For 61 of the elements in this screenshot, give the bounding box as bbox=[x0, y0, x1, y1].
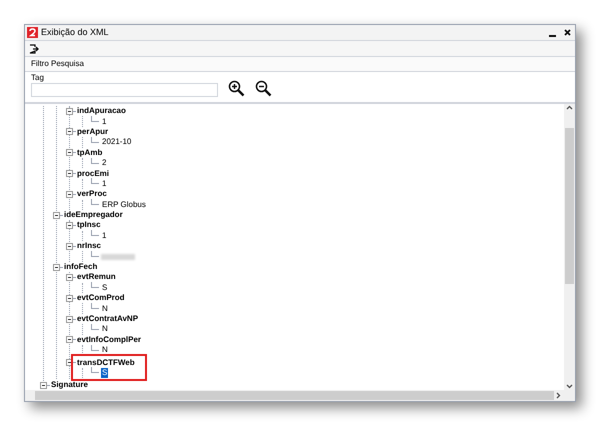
tree-tag[interactable]: evtContratAvNP bbox=[77, 314, 138, 324]
tree-value[interactable]: 1 bbox=[101, 116, 108, 127]
collapse-icon[interactable] bbox=[66, 190, 73, 198]
tree-tag[interactable]: evtInfoComplPer bbox=[77, 334, 142, 345]
collapse-icon[interactable] bbox=[66, 149, 73, 156]
tree-value[interactable]: S bbox=[101, 368, 108, 378]
scroll-down-icon bbox=[566, 384, 573, 389]
collapse-icon[interactable] bbox=[66, 336, 73, 344]
tree-value[interactable]: N bbox=[101, 304, 109, 314]
collapse-icon[interactable] bbox=[66, 359, 73, 366]
scroll-up-icon bbox=[566, 105, 573, 110]
zoom-in-button[interactable] bbox=[228, 80, 245, 97]
tree-value[interactable]: ERP Globus bbox=[101, 200, 147, 210]
tree-tag[interactable]: infoFech bbox=[64, 262, 98, 272]
tree-value[interactable]: S bbox=[101, 282, 108, 293]
exit-button[interactable] bbox=[28, 43, 39, 54]
tree-tag[interactable]: indApuracao bbox=[77, 106, 126, 116]
redacted-value bbox=[101, 254, 135, 260]
tree-tag[interactable]: evtComProd bbox=[77, 293, 125, 304]
zoom-in-icon bbox=[228, 80, 245, 97]
minimize-icon bbox=[548, 34, 556, 36]
vertical-scrollbar[interactable] bbox=[564, 104, 575, 390]
tree-tag[interactable]: procEmi bbox=[77, 168, 110, 179]
tree-tag[interactable]: ideEmpregador bbox=[64, 210, 123, 220]
tree-tag[interactable]: nrInsc bbox=[77, 241, 102, 252]
horizontal-scrollbar[interactable] bbox=[25, 390, 575, 401]
tree-tag[interactable]: tpInsc bbox=[77, 220, 101, 230]
collapse-icon[interactable] bbox=[66, 128, 73, 136]
tree-value[interactable]: 2021-10 bbox=[101, 137, 132, 148]
collapse-icon[interactable] bbox=[66, 274, 73, 281]
collapse-icon[interactable] bbox=[66, 108, 73, 115]
close-icon bbox=[564, 29, 570, 36]
collapse-icon[interactable] bbox=[40, 382, 47, 389]
scrollbar-thumb[interactable] bbox=[565, 128, 574, 284]
tag-input-field[interactable] bbox=[31, 83, 218, 97]
zoom-out-icon bbox=[255, 80, 272, 97]
zoom-out-button[interactable] bbox=[255, 80, 272, 97]
collapse-icon[interactable] bbox=[66, 294, 73, 302]
tree-tag[interactable]: evtRemun bbox=[77, 272, 116, 282]
collapse-icon[interactable] bbox=[66, 316, 73, 322]
tree-tag[interactable]: verProc bbox=[77, 189, 107, 200]
collapse-icon[interactable] bbox=[53, 264, 60, 271]
scrollbar-thumb[interactable] bbox=[35, 391, 554, 400]
collapse-icon[interactable] bbox=[66, 170, 73, 178]
tree-value[interactable]: 2 bbox=[101, 158, 108, 168]
tag-label: Tag bbox=[31, 73, 45, 83]
tree-tag[interactable]: perApur bbox=[77, 126, 108, 137]
scroll-right-icon bbox=[556, 392, 561, 399]
window-title: Exibição do XML bbox=[41, 26, 109, 39]
tree-value[interactable]: 1 bbox=[101, 178, 108, 189]
tree-value[interactable]: N bbox=[101, 345, 109, 356]
tree-value[interactable]: N bbox=[101, 324, 109, 334]
tree-value[interactable]: 1 bbox=[101, 230, 108, 241]
collapse-icon[interactable] bbox=[66, 222, 73, 229]
collapse-icon[interactable] bbox=[66, 242, 73, 250]
collapse-icon[interactable] bbox=[53, 212, 60, 219]
tree-tag[interactable]: Signature bbox=[51, 380, 88, 390]
tree-tag[interactable]: tpAmb bbox=[77, 148, 102, 158]
exit-icon bbox=[28, 44, 38, 54]
section-title: Filtro Pesquisa bbox=[31, 58, 84, 70]
tree-tag[interactable]: transDCTFWeb bbox=[77, 358, 135, 368]
